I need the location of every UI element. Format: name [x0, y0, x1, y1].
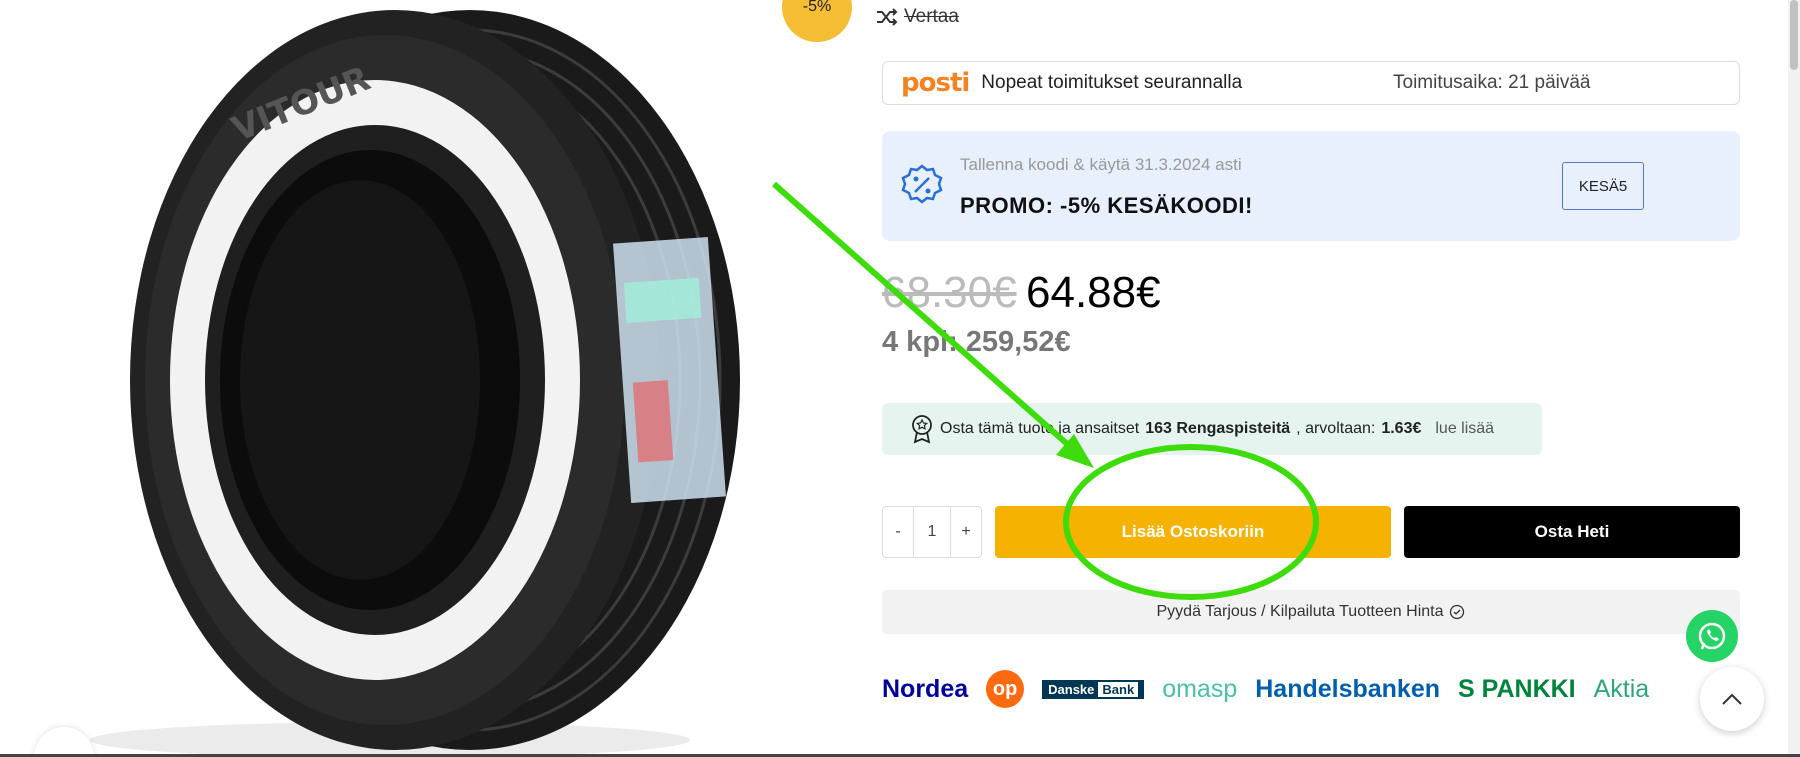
quantity-price: 4 kpl: 259,52€ — [882, 326, 1071, 358]
compare-link[interactable]: Vertaa — [876, 6, 959, 28]
promo-title: PROMO: -5% KESÄKOODI! — [960, 193, 1253, 218]
add-to-cart-button[interactable]: Lisää Ostoskoriin — [995, 506, 1391, 558]
quantity-decrease-button[interactable]: - — [882, 506, 914, 558]
nordea-logo: Nordea — [882, 674, 969, 703]
award-icon — [912, 415, 932, 444]
danske-label: Danske — [1048, 681, 1095, 697]
payment-methods: Nordea op Danske Bank omasp Handelsbanken… — [882, 664, 1740, 714]
scroll-to-top-button[interactable] — [1700, 667, 1764, 731]
tire-image: VITOUR — [90, 10, 740, 757]
product-image[interactable]: VITOUR — [0, 0, 780, 757]
chevron-up-icon — [1722, 693, 1742, 705]
danske-bank-logo: Danske Bank — [1042, 679, 1145, 699]
old-price: 68.30€ — [882, 268, 1017, 317]
request-offer-label: Pyydä Tarjous / Kilpailuta Tuotteen Hint… — [1156, 603, 1444, 620]
shipping-text: Nopeat toimitukset seurannalla — [981, 72, 1243, 93]
quantity-increase-button[interactable]: + — [950, 506, 982, 558]
omasp-logo: omasp — [1162, 674, 1238, 703]
s-pankki-logo: S PANKKI — [1458, 674, 1576, 703]
points-text-before: Osta tämä tuote ja ansaitset — [940, 420, 1140, 437]
op-logo: op — [986, 670, 1025, 708]
danske-bank-label: Bank — [1098, 681, 1139, 697]
points-amount: 163 Rengaspisteitä — [1145, 420, 1291, 437]
promo-code-button[interactable]: KESÄ5 — [1562, 162, 1644, 210]
percent-badge-icon — [901, 164, 943, 204]
aktia-logo: Aktia — [1593, 674, 1650, 703]
quantity-stepper: - 1 + — [882, 506, 982, 558]
points-text-mid: , arvoltaan: — [1296, 420, 1376, 437]
scrollbar-thumb[interactable] — [1790, 0, 1798, 70]
buy-now-button[interactable]: Osta Heti — [1404, 506, 1740, 558]
handelsbanken-logo: Handelsbanken — [1255, 674, 1441, 703]
promo-subtitle: Tallenna koodi & käytä 31.3.2024 asti — [960, 155, 1242, 174]
compare-label: Vertaa — [904, 6, 959, 27]
posti-logo: posti — [901, 68, 970, 98]
whatsapp-icon — [1698, 622, 1726, 650]
shipping-info: posti Nopeat toimitukset seurannalla Toi… — [882, 61, 1740, 105]
points-value: 1.63€ — [1381, 420, 1422, 437]
shuffle-icon — [877, 8, 898, 26]
loyalty-points-box: Osta tämä tuote ja ansaitset 163 Rengasp… — [882, 403, 1542, 455]
request-offer-button[interactable]: Pyydä Tarjous / Kilpailuta Tuotteen Hint… — [882, 590, 1740, 634]
promo-box: Tallenna koodi & käytä 31.3.2024 asti PR… — [882, 131, 1740, 241]
discount-badge: -5% — [782, 0, 852, 42]
current-price: 64.88€ — [1026, 268, 1161, 317]
product-page: VITOUR -5% Vertaa posti Nopeat toimituks… — [0, 0, 1800, 757]
check-circle-icon — [1450, 604, 1465, 620]
read-more-link[interactable]: lue lisää — [1435, 420, 1494, 438]
whatsapp-button[interactable] — [1686, 610, 1738, 662]
delivery-time: Toimitusaika: 21 päivää — [1393, 72, 1591, 93]
page-scrollbar[interactable] — [1788, 0, 1800, 757]
quantity-input[interactable]: 1 — [914, 506, 950, 558]
